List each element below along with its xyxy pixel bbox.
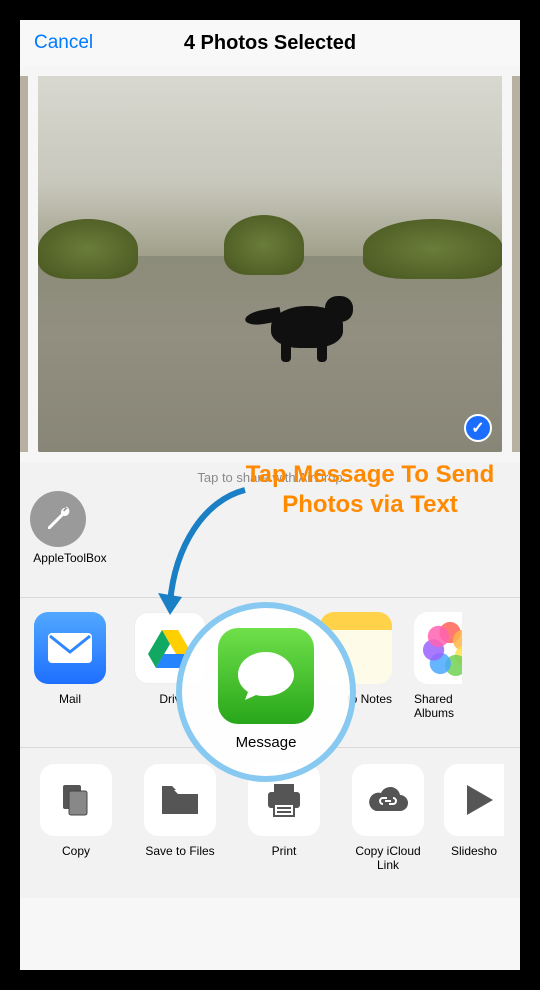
copy-icon [40, 764, 112, 836]
app-label: Mail [34, 692, 106, 706]
photo-subject [261, 290, 371, 362]
action-copy-icloud-link[interactable]: Copy iCloud Link [340, 764, 436, 873]
annotation-highlight-circle: Message [176, 602, 356, 782]
play-icon [444, 764, 504, 836]
wrench-icon [30, 491, 86, 547]
action-label: Copy [28, 844, 124, 858]
app-mail[interactable]: Mail [34, 612, 106, 706]
folder-icon [144, 764, 216, 836]
airdrop-item[interactable]: AppleToolBox [30, 491, 110, 565]
cancel-button[interactable]: Cancel [20, 32, 93, 54]
action-slideshow[interactable]: Slidesho [444, 764, 504, 858]
photos-icon [414, 612, 462, 684]
annotation-circle-label: Message [236, 734, 297, 751]
page-title: 4 Photos Selected [20, 32, 520, 55]
messages-icon[interactable] [218, 628, 314, 724]
cloud-link-icon [352, 764, 424, 836]
app-label: Shared Albums [414, 692, 462, 720]
photo-prev-peek[interactable] [20, 76, 28, 452]
annotation-callout: Tap Message To Send Photos via Text [230, 460, 510, 520]
photo-preview[interactable]: ✓ [38, 76, 502, 452]
airdrop-item-label: AppleToolBox [30, 551, 110, 565]
action-label: Save to Files [132, 844, 228, 858]
mail-icon [34, 612, 106, 684]
photo-next-peek[interactable] [512, 76, 520, 452]
action-label: Copy iCloud Link [340, 844, 436, 873]
selection-checkmark-icon[interactable]: ✓ [464, 414, 492, 442]
header-bar: Cancel 4 Photos Selected [20, 20, 520, 66]
app-shared-albums[interactable]: Shared Albums [414, 612, 462, 720]
action-copy[interactable]: Copy [28, 764, 124, 858]
action-save-to-files[interactable]: Save to Files [132, 764, 228, 858]
selected-photos-strip[interactable]: ✓ [20, 66, 520, 462]
action-label: Slidesho [444, 844, 504, 858]
action-label: Print [236, 844, 332, 858]
